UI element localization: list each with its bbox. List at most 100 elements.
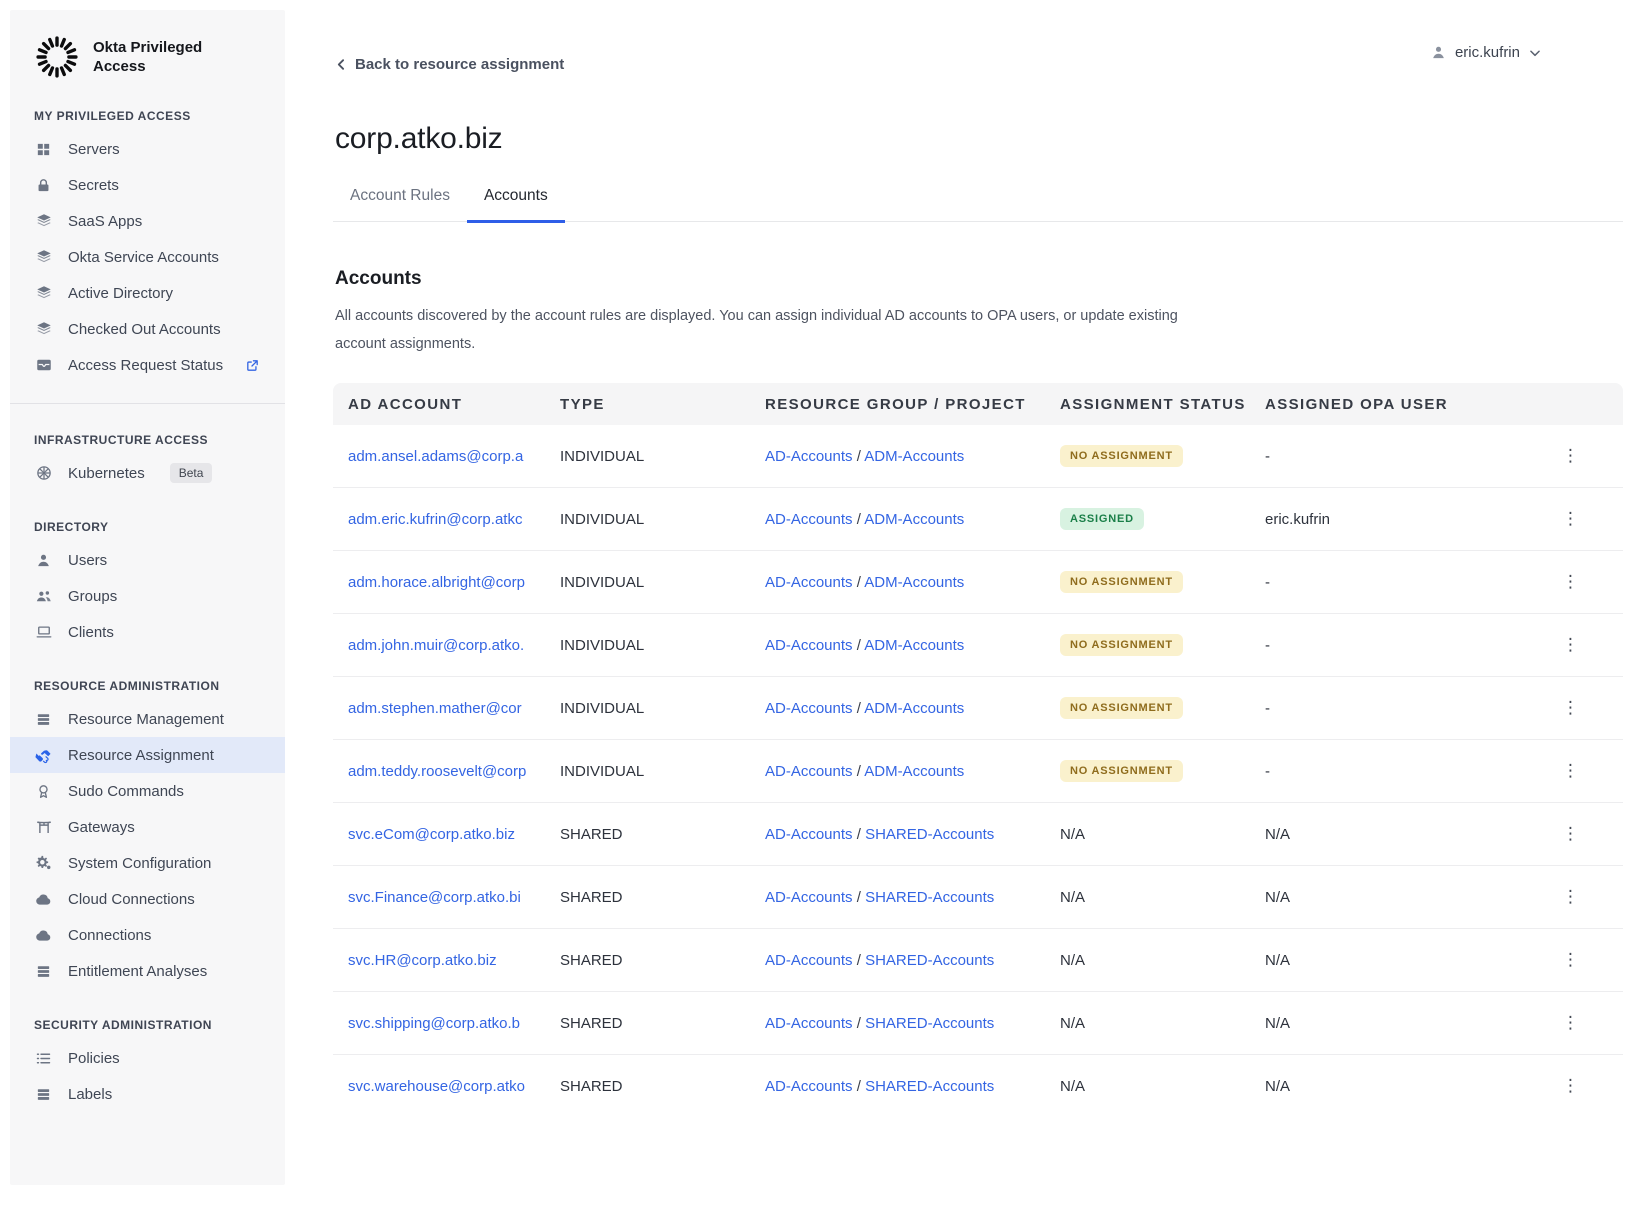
sidebar-item-okta-service-accounts[interactable]: Okta Service Accounts [10,239,285,275]
project-link[interactable]: ADM-Accounts [864,763,964,780]
table-row: adm.horace.albright@corp INDIVIDUAL AD-A… [333,550,1623,613]
ad-account-link[interactable]: adm.horace.albright@corp [348,574,548,591]
resource-group-link[interactable]: AD-Accounts [765,511,853,528]
ad-account-link[interactable]: svc.HR@corp.atko.biz [348,952,548,969]
resource-group-link[interactable]: AD-Accounts [765,448,853,465]
kebab-menu-icon[interactable]: ⋮ [1556,444,1585,469]
ad-account-link[interactable]: svc.Finance@corp.atko.bi [348,889,548,906]
project-link[interactable]: ADM-Accounts [864,637,964,654]
resource-group-link[interactable]: AD-Accounts [765,1078,853,1095]
username: eric.kufrin [1455,44,1520,61]
cell-assigned-opa-user: eric.kufrin [1265,511,1505,528]
kebab-menu-icon[interactable]: ⋮ [1556,822,1585,847]
ad-account-link[interactable]: adm.eric.kufrin@corp.atkc [348,511,548,528]
project-link[interactable]: ADM-Accounts [864,574,964,591]
resource-group-link[interactable]: AD-Accounts [765,763,853,780]
kebab-menu-icon[interactable]: ⋮ [1556,696,1585,721]
resource-group-link[interactable]: AD-Accounts [765,952,853,969]
kebab-menu-icon[interactable]: ⋮ [1556,885,1585,910]
cell-type: INDIVIDUAL [560,511,765,528]
sidebar-item-users[interactable]: Users [10,542,285,578]
separator: / [853,763,865,780]
resource-group-link[interactable]: AD-Accounts [765,826,853,843]
section-heading: Accounts [335,268,422,290]
sidebar-item-groups[interactable]: Groups [10,578,285,614]
sidebar-item-servers[interactable]: Servers [10,131,285,167]
kebab-menu-icon[interactable]: ⋮ [1556,633,1585,658]
sidebar-item-sudo-commands[interactable]: Sudo Commands [10,773,285,809]
project-link[interactable]: ADM-Accounts [864,448,964,465]
kebab-menu-icon[interactable]: ⋮ [1556,1011,1585,1036]
table-row: adm.john.muir@corp.atko. INDIVIDUAL AD-A… [333,613,1623,676]
resource-group-link[interactable]: AD-Accounts [765,1015,853,1032]
ad-account-link[interactable]: adm.stephen.mather@cor [348,700,548,717]
sidebar-item-gateways[interactable]: Gateways [10,809,285,845]
kebab-menu-icon[interactable]: ⋮ [1556,948,1585,973]
cell-resource-group-project: AD-Accounts / SHARED-Accounts [765,826,1060,843]
laptop-icon [34,623,53,642]
sidebar-item-access-request-status[interactable]: Access Request Status [10,347,285,383]
sidebar-item-kubernetes[interactable]: Kubernetes Beta [10,455,285,491]
resource-group-link[interactable]: AD-Accounts [765,700,853,717]
sidebar-item-checked-out-accounts[interactable]: Checked Out Accounts [10,311,285,347]
sidebar-item-resource-management[interactable]: Resource Management [10,701,285,737]
kebab-menu-icon[interactable]: ⋮ [1556,507,1585,532]
resource-group-link[interactable]: AD-Accounts [765,574,853,591]
section-description: All accounts discovered by the account r… [335,302,1215,358]
cell-assignment-status: NO ASSIGNMENT [1060,760,1265,782]
ad-account-link[interactable]: adm.teddy.roosevelt@corp [348,763,548,780]
user-menu[interactable]: eric.kufrin [1430,44,1542,61]
cell-assigned-opa-user: N/A [1265,826,1505,843]
assignment-status-badge: NO ASSIGNMENT [1060,760,1183,782]
ad-account-link[interactable]: svc.warehouse@corp.atko [348,1078,548,1095]
column-header-ad-account: AD ACCOUNT [333,396,560,413]
kebab-menu-icon[interactable]: ⋮ [1556,570,1585,595]
kebab-menu-icon[interactable]: ⋮ [1556,759,1585,784]
ad-account-link[interactable]: svc.eCom@corp.atko.biz [348,826,548,843]
cell-assigned-opa-user: N/A [1265,889,1505,906]
table-row: svc.Finance@corp.atko.bi SHARED AD-Accou… [333,865,1623,928]
cell-resource-group-project: AD-Accounts / SHARED-Accounts [765,952,1060,969]
resource-group-link[interactable]: AD-Accounts [765,637,853,654]
sidebar-item-label: SaaS Apps [68,213,142,230]
cell-assigned-opa-user: - [1265,574,1505,591]
sidebar-item-resource-assignment[interactable]: Resource Assignment [10,737,285,773]
project-link[interactable]: ADM-Accounts [864,700,964,717]
sidebar-section: SECURITY ADMINISTRATION Policies Labels [10,1018,285,1112]
project-link[interactable]: SHARED-Accounts [865,889,994,906]
sidebar-item-label: Policies [68,1050,120,1067]
sidebar-item-secrets[interactable]: Secrets [10,167,285,203]
sidebar-item-clients[interactable]: Clients [10,614,285,650]
ad-account-link[interactable]: adm.ansel.adams@corp.a [348,448,548,465]
sidebar-item-system-configuration[interactable]: System Configuration [10,845,285,881]
ad-account-link[interactable]: svc.shipping@corp.atko.b [348,1015,548,1032]
sidebar-item-connections[interactable]: Connections [10,917,285,953]
project-link[interactable]: SHARED-Accounts [865,952,994,969]
back-link[interactable]: Back to resource assignment [335,56,564,73]
separator: / [853,952,866,969]
resource-group-link[interactable]: AD-Accounts [765,889,853,906]
tab-account-rules[interactable]: Account Rules [333,187,467,223]
cell-actions: ⋮ [1505,570,1623,595]
cell-resource-group-project: AD-Accounts / ADM-Accounts [765,763,1060,780]
project-link[interactable]: SHARED-Accounts [865,826,994,843]
project-link[interactable]: SHARED-Accounts [865,1078,994,1095]
cell-ad-account: adm.john.muir@corp.atko. [333,637,560,654]
cell-actions: ⋮ [1505,507,1623,532]
sidebar-item-policies[interactable]: Policies [10,1040,285,1076]
sidebar-item-entitlement-analyses[interactable]: Entitlement Analyses [10,953,285,989]
sidebar-item-label: Users [68,552,107,569]
project-link[interactable]: SHARED-Accounts [865,1015,994,1032]
tab-accounts[interactable]: Accounts [467,187,565,223]
kebab-menu-icon[interactable]: ⋮ [1556,1074,1585,1099]
ad-account-link[interactable]: adm.john.muir@corp.atko. [348,637,548,654]
sidebar-item-cloud-connections[interactable]: Cloud Connections [10,881,285,917]
external-link-icon [245,358,260,373]
cell-type: SHARED [560,952,765,969]
sidebar-item-labels[interactable]: Labels [10,1076,285,1112]
cell-assignment-status: NO ASSIGNMENT [1060,445,1265,467]
sidebar-item-saas-apps[interactable]: SaaS Apps [10,203,285,239]
sidebar-section: MY PRIVILEGED ACCESS Servers Secrets Saa… [10,109,285,383]
sidebar-item-active-directory[interactable]: Active Directory [10,275,285,311]
project-link[interactable]: ADM-Accounts [864,511,964,528]
